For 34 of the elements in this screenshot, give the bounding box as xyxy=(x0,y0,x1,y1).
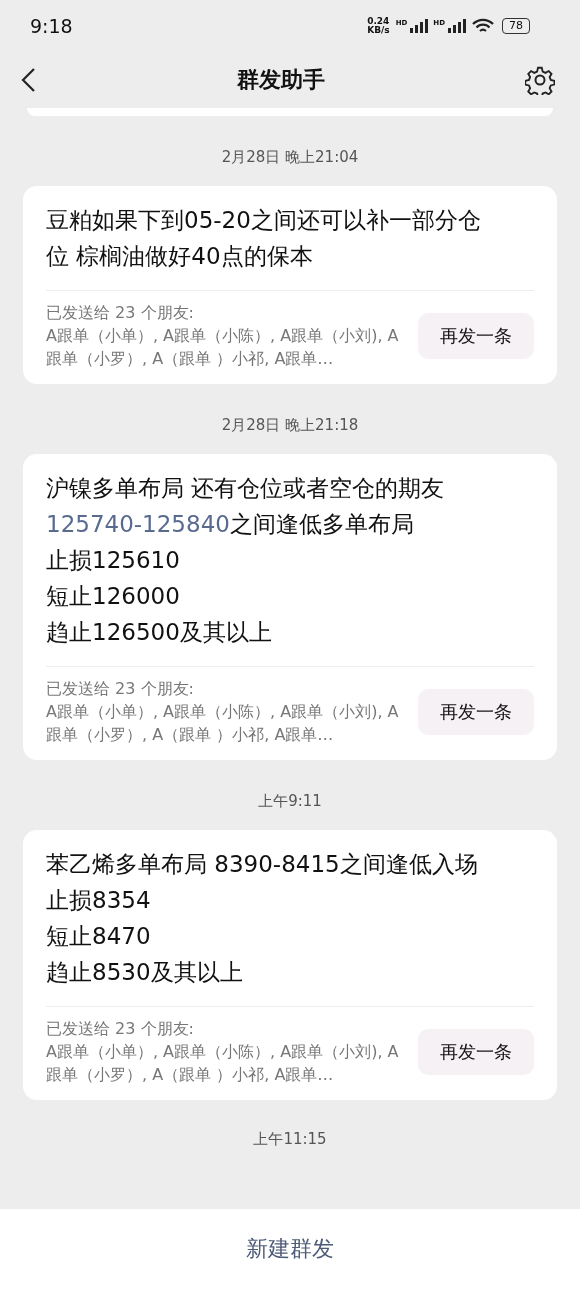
battery-icon: 78 xyxy=(502,18,530,34)
signal-icon xyxy=(448,19,468,33)
message-text: 沪镍多单布局 还有仓位或者空仓的期友 xyxy=(46,474,446,503)
timestamp: 2月28日 晚上21:04 xyxy=(220,147,360,168)
recipient-list: A跟单（小单）, A跟单（小陈）, A跟单（小刘), A跟单（小罗）, A（跟单 ）小祁, A跟单… xyxy=(46,700,401,746)
settings-icon[interactable] xyxy=(525,65,555,95)
message-text: 止损125610 xyxy=(46,546,181,575)
sent-count: 已发送给 23 个朋友: xyxy=(46,1018,195,1040)
wifi-icon xyxy=(471,18,495,34)
message-text: 短止8470 xyxy=(46,922,152,951)
back-icon[interactable] xyxy=(20,67,36,93)
resend-button[interactable]: 再发一条 xyxy=(418,688,534,735)
timestamp: 上午9:11 xyxy=(257,791,323,812)
timestamp: 2月28日 晚上21:18 xyxy=(220,415,360,436)
signal-icon xyxy=(410,19,431,33)
message-text: 苯乙烯多单布局 8390-8415之间逢低入场 xyxy=(46,850,479,879)
message-text: 趋止8530及其以上 xyxy=(46,958,244,987)
message-text: 趋止126500及其以上 xyxy=(46,618,273,647)
number-link[interactable]: 125740-125840 xyxy=(46,511,230,537)
network-speed: 0.24 KB/s xyxy=(367,17,390,35)
sent-count: 已发送给 23 个朋友: xyxy=(46,302,195,324)
recipient-list: A跟单（小单）, A跟单（小陈）, A跟单（小刘), A跟单（小罗）, A（跟单 ）小祁, A跟单… xyxy=(46,1040,401,1086)
sent-count: 已发送给 23 个朋友: xyxy=(46,678,195,700)
message-text: 125740-125840之间逢低多单布局 xyxy=(46,510,415,539)
message-text: 短止126000 xyxy=(46,582,181,611)
resend-button[interactable]: 再发一条 xyxy=(418,312,534,359)
status-time: 9:18 xyxy=(30,15,73,37)
timestamp: 上午11:15 xyxy=(252,1129,328,1150)
new-broadcast-button[interactable]: 新建群发 xyxy=(240,1233,340,1265)
message-text: 止损8354 xyxy=(46,886,152,915)
recipient-list: A跟单（小单）, A跟单（小陈）, A跟单（小刘), A跟单（小罗）, A（跟单 ）小祁, A跟单… xyxy=(46,324,401,370)
resend-button[interactable]: 再发一条 xyxy=(418,1028,534,1075)
page-title: 群发助手 xyxy=(236,66,325,94)
message-text: 豆粕如果下到05-20之间还可以补一部分仓位 棕榈油做好40点的保本 xyxy=(46,206,482,271)
